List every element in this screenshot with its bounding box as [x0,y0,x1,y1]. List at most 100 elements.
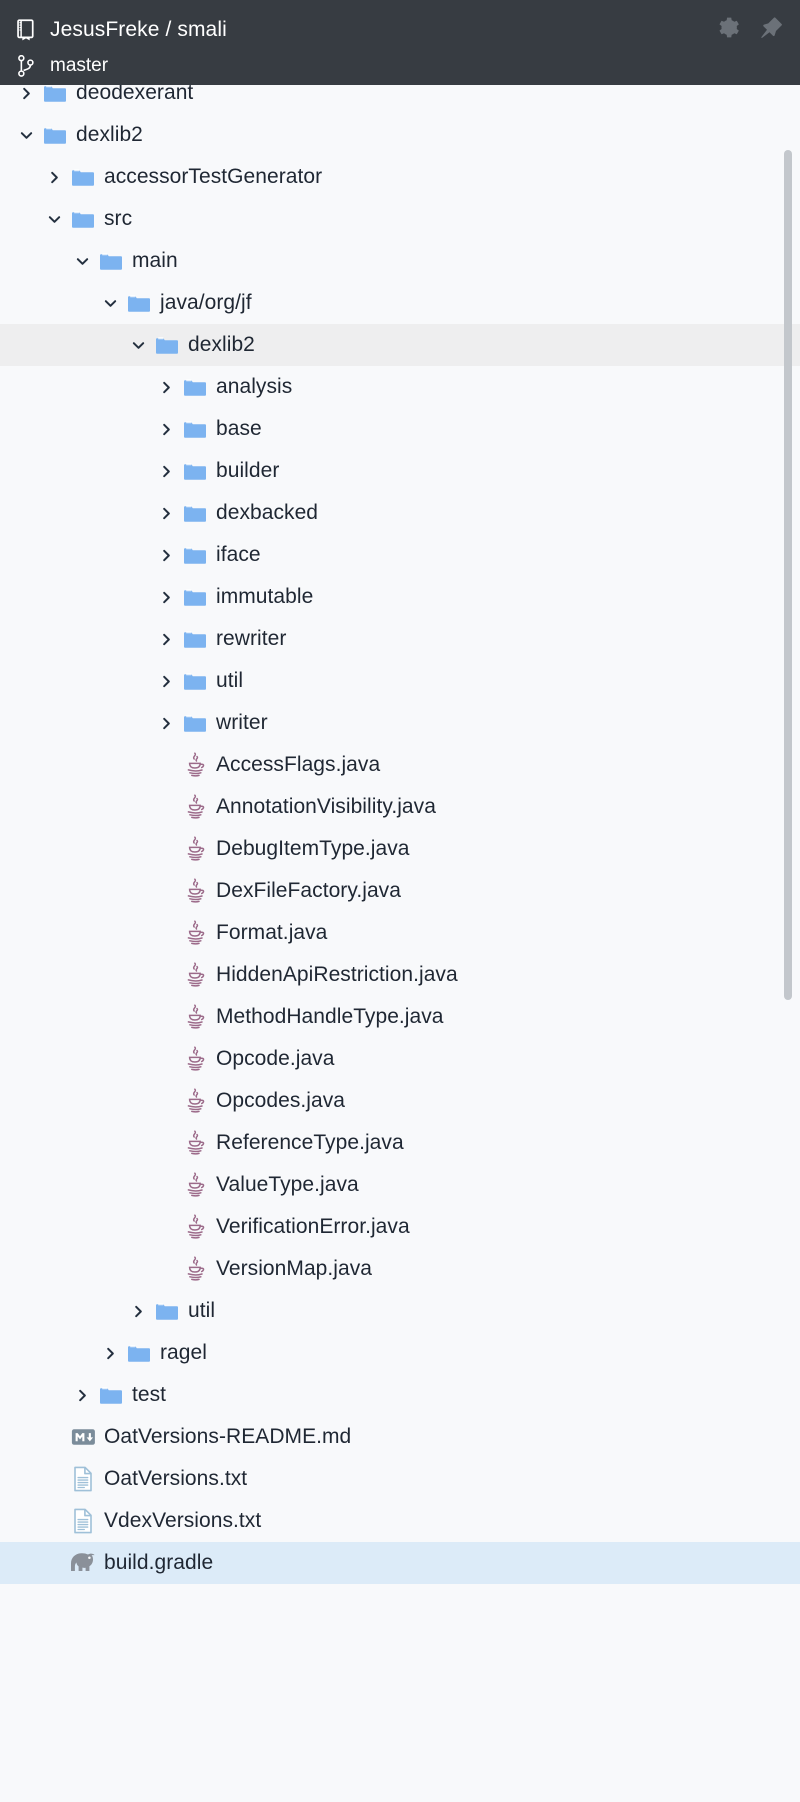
chevron-right-icon[interactable] [152,450,180,492]
chevron-down-icon[interactable] [96,282,124,324]
tree-indent [0,1227,152,1228]
tree-row[interactable]: HiddenApiRestriction.java [0,954,800,996]
tree-indent [0,1017,152,1018]
tree-row[interactable]: dexlib2 [0,324,800,366]
tree-row[interactable]: build.gradle [0,1542,800,1584]
tree-indent [0,1311,124,1312]
gear-icon[interactable] [714,14,740,40]
markdown-icon [68,1416,98,1458]
tree-row[interactable]: AnnotationVisibility.java [0,786,800,828]
java-icon [180,786,210,828]
tree-row[interactable]: util [0,660,800,702]
folder-icon [180,534,210,576]
tree-item-label: util [216,660,243,702]
tree-row[interactable]: VerificationError.java [0,1206,800,1248]
tree-row[interactable]: main [0,240,800,282]
tree-row[interactable]: base [0,408,800,450]
chevron-right-icon[interactable] [152,660,180,702]
file-tree[interactable]: deodexerantdexlib2accessorTestGenerators… [0,85,800,1802]
folder-icon [68,198,98,240]
tree-indent [0,219,40,220]
chevron-spacer [152,954,180,996]
chevron-right-icon[interactable] [152,534,180,576]
tree-row[interactable]: Format.java [0,912,800,954]
tree-indent [0,135,12,136]
tree-item-label: main [132,240,178,282]
pin-icon[interactable] [758,14,784,40]
java-icon [180,744,210,786]
tree-item-label: AnnotationVisibility.java [216,786,436,828]
tree-row[interactable]: rewriter [0,618,800,660]
tree-indent [0,513,152,514]
tree-row[interactable]: OatVersions-README.md [0,1416,800,1458]
tree-row[interactable]: writer [0,702,800,744]
java-icon [180,912,210,954]
tree-row[interactable]: AccessFlags.java [0,744,800,786]
tree-row[interactable]: iface [0,534,800,576]
chevron-down-icon[interactable] [68,240,96,282]
folder-icon [124,282,154,324]
chevron-spacer [152,828,180,870]
tree-row[interactable]: DebugItemType.java [0,828,800,870]
tree-indent [0,471,152,472]
tree-indent [0,681,152,682]
chevron-spacer [152,996,180,1038]
tree-row[interactable]: ValueType.java [0,1164,800,1206]
vertical-scrollbar[interactable] [784,150,792,1000]
chevron-right-icon[interactable] [152,702,180,744]
tree-indent [0,597,152,598]
folder-icon [40,85,70,114]
chevron-right-icon[interactable] [96,1332,124,1374]
tree-row[interactable]: builder [0,450,800,492]
folder-icon [40,114,70,156]
chevron-right-icon[interactable] [68,1374,96,1416]
chevron-spacer [152,1080,180,1122]
chevron-right-icon[interactable] [12,85,40,114]
tree-row[interactable]: Opcodes.java [0,1080,800,1122]
text-file-icon [68,1500,98,1542]
folder-icon [180,576,210,618]
tree-row[interactable]: dexlib2 [0,114,800,156]
tree-row[interactable]: VdexVersions.txt [0,1500,800,1542]
tree-row[interactable]: test [0,1374,800,1416]
tree-row[interactable]: immutable [0,576,800,618]
chevron-right-icon[interactable] [124,1290,152,1332]
chevron-spacer [152,786,180,828]
tree-item-label: build.gradle [104,1542,213,1584]
branch-row[interactable]: master [14,48,786,84]
tree-row[interactable]: util [0,1290,800,1332]
chevron-down-icon[interactable] [12,114,40,156]
chevron-right-icon[interactable] [152,576,180,618]
tree-row[interactable]: OatVersions.txt [0,1458,800,1500]
tree-row[interactable]: analysis [0,366,800,408]
tree-row[interactable]: VersionMap.java [0,1248,800,1290]
chevron-right-icon[interactable] [152,408,180,450]
git-branch-icon [14,53,38,79]
tree-row[interactable]: src [0,198,800,240]
chevron-down-icon[interactable] [40,198,68,240]
tree-row[interactable]: ragel [0,1332,800,1374]
chevron-right-icon[interactable] [152,618,180,660]
folder-icon [152,324,182,366]
tree-item-label: ReferenceType.java [216,1122,404,1164]
chevron-right-icon[interactable] [40,156,68,198]
chevron-right-icon[interactable] [152,492,180,534]
chevron-spacer [152,1038,180,1080]
tree-row[interactable]: ReferenceType.java [0,1122,800,1164]
tree-row[interactable]: java/org/jf [0,282,800,324]
tree-item-label: writer [216,702,268,744]
tree-row[interactable]: dexbacked [0,492,800,534]
repo-title-row[interactable]: JesusFreke / smali [14,12,786,48]
tree-row[interactable]: deodexerant [0,85,800,114]
tree-row[interactable]: DexFileFactory.java [0,870,800,912]
tree-row[interactable]: MethodHandleType.java [0,996,800,1038]
branch-name: master [50,55,108,77]
tree-indent [0,345,124,346]
tree-row[interactable]: accessorTestGenerator [0,156,800,198]
chevron-down-icon[interactable] [124,324,152,366]
chevron-right-icon[interactable] [152,366,180,408]
tree-indent [0,261,68,262]
tree-item-label: dexbacked [216,492,318,534]
tree-row[interactable]: Opcode.java [0,1038,800,1080]
chevron-spacer [40,1458,68,1500]
